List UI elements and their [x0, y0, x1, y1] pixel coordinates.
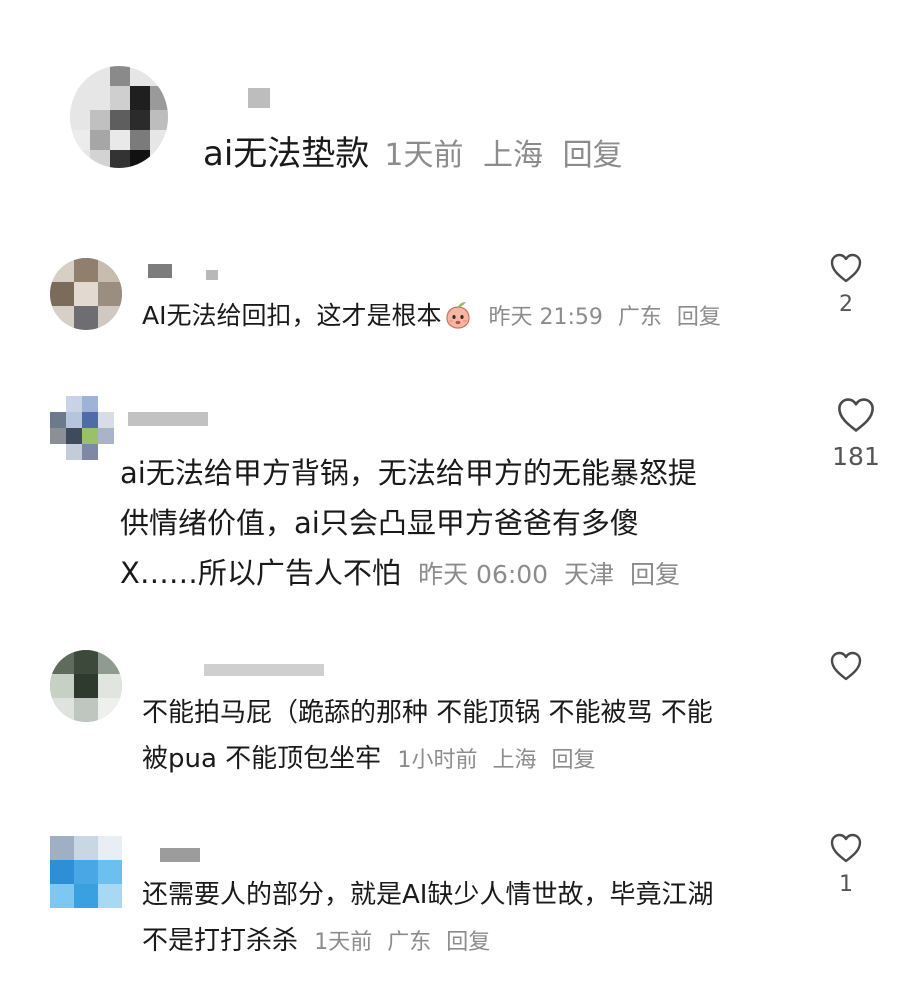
like-button[interactable]: 2: [806, 252, 886, 317]
like-button[interactable]: 1: [806, 832, 886, 897]
reply-text: AI无法给回扣，这才是根本: [142, 301, 442, 330]
reply-meta: 昨天 06:00 天津 回复: [410, 560, 680, 589]
comment-body: ai无法垫款 1天前 上海 回复: [203, 130, 633, 184]
heart-outline-icon: [830, 833, 862, 863]
username-obscured: [160, 848, 200, 862]
reply-text-line: ai无法给甲方背锅，无法给甲方的无能暴怒提: [120, 456, 697, 490]
reply-time: 昨天 21:59: [488, 305, 603, 330]
avatar[interactable]: [70, 66, 168, 168]
reply-button[interactable]: 回复: [551, 748, 595, 773]
reply-body: 还需要人的部分，就是AI缺少人情世故，毕竟江湖 不是打打杀杀 1天前 广东 回复: [142, 872, 822, 966]
username-obscured: [204, 664, 324, 676]
reply-meta: 1天前 广东 回复: [306, 930, 490, 955]
avatar[interactable]: [50, 836, 122, 908]
comment-thread: ai无法垫款 1天前 上海 回复 AI无法给回扣，这才是根本 昨天 21:59 …: [0, 0, 909, 988]
like-button[interactable]: 181: [816, 396, 896, 471]
avatar[interactable]: [50, 650, 122, 722]
reply-location: 天津: [564, 560, 615, 589]
heart-outline-icon: [838, 398, 874, 432]
reply-text-line: 供情绪价值，ai只会凸显甲方爸爸有多傻: [120, 506, 639, 540]
reply-text-line: 不能拍马屁（跪舔的那种 不能顶锅 不能被骂 不能: [142, 698, 713, 728]
comment-time: 1天前: [384, 138, 464, 173]
reply-text-line: 不是打打杀杀: [142, 926, 299, 956]
reply-location: 广东: [617, 305, 662, 330]
reply-location: 上海: [492, 748, 537, 773]
reply-meta: 1小时前 上海 回复: [389, 748, 595, 773]
like-count: 2: [839, 292, 853, 317]
username-obscured: [148, 264, 172, 278]
reply-item: AI无法给回扣，这才是根本 昨天 21:59 广东 回复 2: [48, 252, 898, 342]
reply-button[interactable]: 回复: [563, 138, 623, 173]
username-obscured: [206, 270, 218, 280]
like-count: 181: [832, 442, 880, 471]
reply-text-line: X……所以广告人不怕: [120, 556, 401, 590]
heart-outline-icon: [830, 253, 862, 283]
username-obscured: [248, 88, 270, 108]
reply-text-line: 被pua 不能顶包坐牢: [142, 744, 382, 774]
reply-location: 广东: [387, 930, 432, 955]
reply-button[interactable]: 回复: [446, 930, 490, 955]
avatar[interactable]: [50, 396, 114, 460]
peach-face-emoji-icon: [446, 302, 471, 329]
comment-meta: 1天前 上海 回复: [384, 138, 632, 173]
reply-text-line: 还需要人的部分，就是AI缺少人情世故，毕竟江湖: [142, 880, 714, 910]
reply-time: 1小时前: [397, 748, 478, 773]
reply-meta: 昨天 21:59 广东 回复: [473, 305, 720, 330]
like-button[interactable]: [806, 650, 886, 690]
reply-body: ai无法给甲方背锅，无法给甲方的无能暴怒提 供情绪价值，ai只会凸显甲方爸爸有多…: [120, 448, 820, 600]
reply-button[interactable]: 回复: [630, 560, 680, 589]
reply-time: 1天前: [314, 930, 373, 955]
reply-item: ai无法给甲方背锅，无法给甲方的无能暴怒提 供情绪价值，ai只会凸显甲方爸爸有多…: [48, 396, 898, 596]
like-count: 1: [839, 872, 853, 897]
comment-location: 上海: [483, 138, 544, 173]
avatar[interactable]: [50, 258, 122, 330]
username-obscured: [128, 412, 208, 426]
reply-button[interactable]: 回复: [677, 305, 721, 330]
reply-time: 昨天 06:00: [418, 560, 549, 589]
heart-outline-icon: [830, 651, 862, 681]
comment-text: ai无法垫款: [203, 134, 370, 174]
reply-item: 不能拍马屁（跪舔的那种 不能顶锅 不能被骂 不能 被pua 不能顶包坐牢 1小时…: [48, 650, 898, 780]
reply-body: AI无法给回扣，这才是根本 昨天 21:59 广东 回复: [142, 296, 721, 338]
reply-item: 还需要人的部分，就是AI缺少人情世故，毕竟江湖 不是打打杀杀 1天前 广东 回复…: [48, 832, 898, 962]
reply-body: 不能拍马屁（跪舔的那种 不能顶锅 不能被骂 不能 被pua 不能顶包坐牢 1小时…: [142, 690, 822, 784]
top-comment: ai无法垫款 1天前 上海 回复: [70, 64, 830, 184]
